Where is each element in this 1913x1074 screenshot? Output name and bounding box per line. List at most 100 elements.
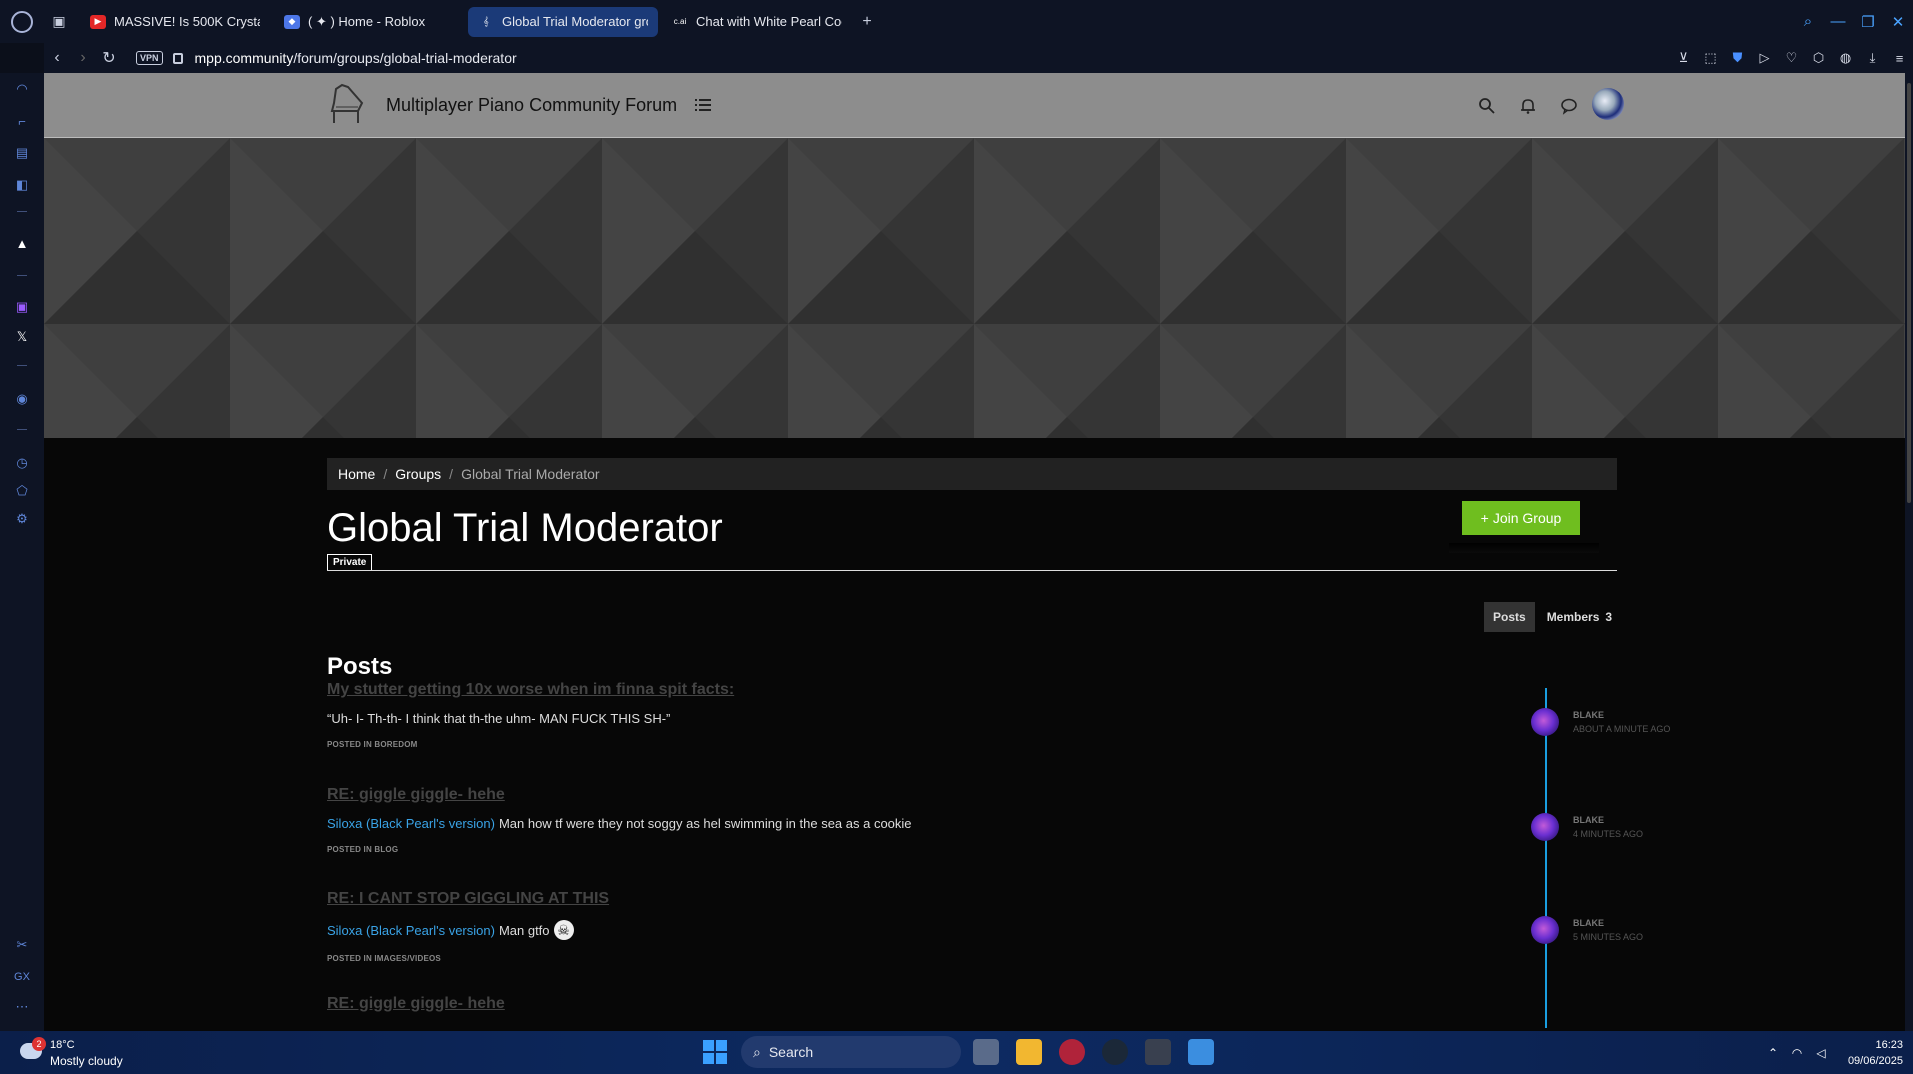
- wifi-icon[interactable]: ◠: [1785, 1046, 1809, 1060]
- workspace-icon[interactable]: ◧: [12, 175, 32, 195]
- weather-widget[interactable]: 2 18°C Mostly cloudy: [14, 1035, 144, 1071]
- lock-icon[interactable]: [172, 52, 183, 64]
- post-category[interactable]: POSTED IN IMAGES/VIDEOS: [327, 954, 1547, 963]
- author-avatar[interactable]: [1531, 916, 1559, 944]
- search-tabs-icon[interactable]: ⌕: [1793, 13, 1823, 30]
- posts-heading: Posts: [327, 653, 393, 680]
- settings-icon[interactable]: ⚙: [12, 509, 32, 529]
- menu-icon[interactable]: ≡: [1886, 51, 1913, 66]
- list-menu-icon[interactable]: [695, 98, 711, 112]
- forum-site-title[interactable]: Multiplayer Piano Community Forum: [386, 95, 677, 116]
- player-icon[interactable]: ◉: [12, 389, 32, 409]
- volume-icon[interactable]: ◁: [1809, 1046, 1833, 1060]
- post-time: 4 MINUTES AGO: [1573, 829, 1644, 839]
- members-count: 3: [1605, 609, 1613, 624]
- minimize-icon[interactable]: —: [1823, 13, 1853, 30]
- clock-time: 16:23: [1875, 1038, 1903, 1051]
- download-icon[interactable]: ⤓: [1859, 50, 1886, 66]
- more-icon[interactable]: ⋯: [12, 997, 32, 1017]
- roblox-icon: ◆: [284, 14, 300, 29]
- post-author-meta: BLAKE ABOUT A MINUTE AGO: [1531, 708, 1681, 740]
- breadcrumb-home[interactable]: Home: [338, 466, 375, 482]
- piano-icon: 𝄞: [483, 16, 489, 26]
- opera-logo-icon[interactable]: [0, 0, 44, 43]
- tab-roblox[interactable]: ◆ ( ✦ ) Home - Roblox: [274, 7, 464, 37]
- gx-icon[interactable]: GX: [12, 967, 32, 987]
- history-icon[interactable]: ◷: [12, 453, 32, 473]
- tab-posts[interactable]: Posts: [1484, 601, 1535, 632]
- breadcrumb: Home / Groups / Global Trial Moderator: [327, 458, 1617, 490]
- forward-icon[interactable]: ›: [70, 49, 96, 67]
- post-title[interactable]: RE: giggle giggle- hehe: [327, 995, 1547, 1013]
- reload-icon[interactable]: ↻: [96, 48, 122, 68]
- restore-icon[interactable]: ❐: [1853, 13, 1883, 31]
- task-view-icon[interactable]: [973, 1039, 999, 1065]
- start-button-icon[interactable]: [703, 1040, 727, 1064]
- tools-icon[interactable]: ✂: [12, 935, 32, 955]
- extensions-sidebar-icon[interactable]: ⬠: [12, 481, 32, 501]
- browser-sidebar: ◠ ⌐ ▤ ◧ ▲ ▣ 𝕏 ◉ ◷ ⬠ ⚙ ✂ GX ⋯: [0, 73, 44, 1031]
- author-avatar[interactable]: [1531, 708, 1559, 736]
- heart-icon[interactable]: ♡: [1778, 50, 1805, 66]
- snapshot-icon[interactable]: ⬚: [1697, 50, 1724, 66]
- post-text: “Uh- I- Th-th- I think that th-the uhm- …: [327, 711, 671, 726]
- clock[interactable]: 16:23 09/06/2025: [1833, 1037, 1913, 1069]
- crypto-icon[interactable]: ⌐: [12, 111, 32, 131]
- author-name[interactable]: BLAKE: [1573, 710, 1604, 720]
- youtube-icon: ▶: [90, 14, 106, 29]
- post-category[interactable]: POSTED IN BLOG: [327, 845, 1547, 854]
- url-path: /forum/groups/global-trial-moderator: [293, 50, 517, 66]
- play-icon[interactable]: ▷: [1751, 50, 1778, 66]
- bell-icon[interactable]: [1519, 97, 1537, 115]
- twitch-icon[interactable]: ▣: [12, 297, 32, 317]
- post-title[interactable]: My stutter getting 10x worse when im fin…: [327, 681, 1547, 699]
- tab-youtube[interactable]: ▶ MASSIVE! Is 500K Crystal: [80, 7, 270, 37]
- vpn-badge[interactable]: VPN: [136, 51, 163, 65]
- new-tab-button[interactable]: +: [856, 11, 878, 33]
- author-avatar[interactable]: [1531, 813, 1559, 841]
- shield-icon[interactable]: ⛊: [1724, 50, 1751, 66]
- pin-icon[interactable]: ⊻: [1670, 50, 1697, 66]
- taskbar-search[interactable]: ⌕ Search: [741, 1036, 961, 1068]
- post-time: ABOUT A MINUTE AGO: [1573, 724, 1671, 734]
- piano-logo-icon[interactable]: [328, 81, 368, 125]
- breadcrumb-groups[interactable]: Groups: [395, 466, 441, 482]
- post-mention[interactable]: Siloxa (Black Pearl's version): [327, 816, 495, 831]
- clock-date: 09/06/2025: [1847, 1054, 1903, 1067]
- cai-icon: c.ai: [673, 17, 687, 26]
- news-icon[interactable]: ▤: [12, 143, 32, 163]
- steam-icon[interactable]: [1102, 1039, 1128, 1065]
- file-explorer-icon[interactable]: [1016, 1039, 1042, 1065]
- tab-islands-icon[interactable]: ▣: [44, 7, 74, 37]
- app-a-icon[interactable]: ▲: [12, 233, 32, 253]
- chat-icon[interactable]: [1560, 97, 1578, 115]
- search-icon[interactable]: [1478, 97, 1496, 115]
- page-scrollbar[interactable]: [1905, 73, 1913, 1031]
- extensions-icon[interactable]: ⬡: [1805, 50, 1832, 66]
- post-time: 5 MINUTES AGO: [1573, 932, 1644, 942]
- profile-avatar-icon[interactable]: ◍: [1832, 50, 1859, 66]
- post-title[interactable]: RE: I CANT STOP GIGGLING AT THIS: [327, 890, 1547, 908]
- post-item: RE: giggle giggle- hehe: [327, 995, 1547, 1013]
- author-name[interactable]: BLAKE: [1573, 918, 1604, 928]
- post-title[interactable]: RE: giggle giggle- hehe: [327, 786, 1547, 804]
- aria-icon[interactable]: ◠: [12, 79, 32, 99]
- author-name[interactable]: BLAKE: [1573, 815, 1604, 825]
- post-author-meta: BLAKE 5 MINUTES AGO: [1531, 916, 1681, 948]
- mouse-app-icon[interactable]: [1145, 1039, 1171, 1065]
- opera-gx-icon[interactable]: [1059, 1039, 1085, 1065]
- close-icon[interactable]: ✕: [1883, 13, 1913, 31]
- tab-character-ai[interactable]: c.ai Chat with White Pearl Cookie: [662, 7, 852, 37]
- post-category[interactable]: POSTED IN BOREDOM: [327, 740, 1547, 749]
- join-group-button[interactable]: + Join Group: [1462, 501, 1580, 535]
- scrollbar-thumb[interactable]: [1907, 83, 1911, 503]
- url-field[interactable]: mpp.community/forum/groups/global-trial-…: [195, 50, 517, 66]
- tab-global-trial-moderator[interactable]: 𝄞 Global Trial Moderator group: [468, 6, 658, 37]
- back-icon[interactable]: ‹: [44, 49, 70, 67]
- user-avatar[interactable]: [1592, 88, 1624, 120]
- x-icon[interactable]: 𝕏: [12, 327, 32, 347]
- chevron-up-icon[interactable]: ⌃: [1761, 1046, 1785, 1060]
- photos-icon[interactable]: [1188, 1039, 1214, 1065]
- tab-members[interactable]: Members 3: [1535, 602, 1624, 632]
- post-mention[interactable]: Siloxa (Black Pearl's version): [327, 923, 495, 938]
